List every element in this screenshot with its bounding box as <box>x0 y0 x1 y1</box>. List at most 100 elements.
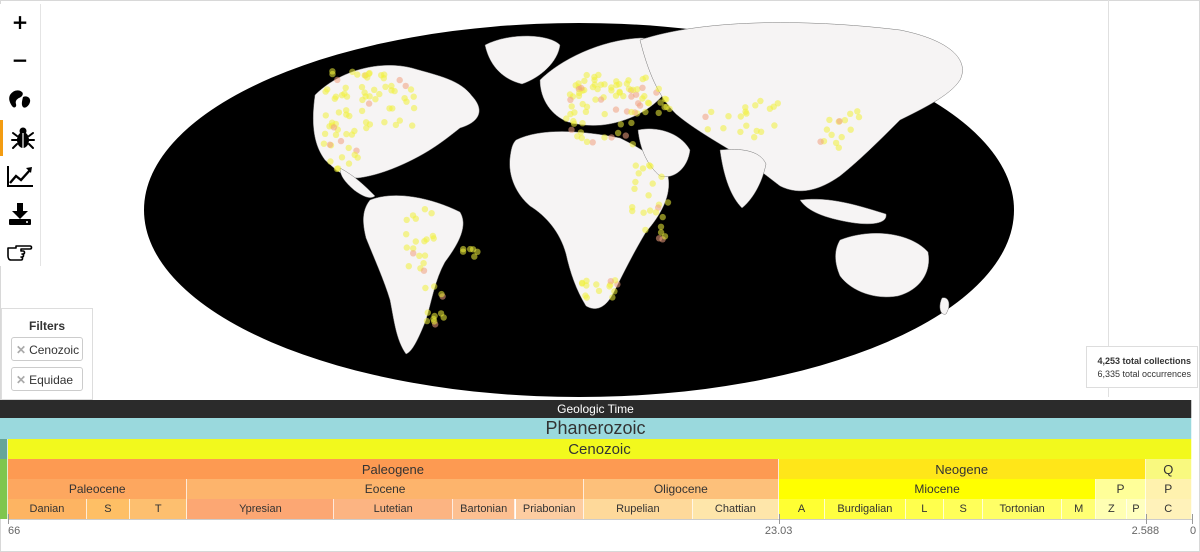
occurrence-point[interactable] <box>345 144 352 152</box>
age-a[interactable]: A <box>778 499 826 519</box>
occurrence-point[interactable] <box>636 102 644 109</box>
epoch-eocene[interactable]: Eocene <box>187 479 584 499</box>
occurrence-point[interactable] <box>663 103 670 111</box>
occurrence-point[interactable] <box>338 154 346 161</box>
occurrence-point[interactable] <box>438 290 445 298</box>
occurrence-point[interactable] <box>371 86 378 94</box>
occurrence-point[interactable] <box>437 310 445 317</box>
occurrence-point[interactable] <box>595 71 602 79</box>
occurrence-point[interactable] <box>635 170 642 177</box>
occurrence-point[interactable] <box>363 124 370 132</box>
occurrence-point[interactable] <box>841 117 849 124</box>
occurrence-point[interactable] <box>737 128 744 136</box>
occurrence-point[interactable] <box>608 134 615 141</box>
diversity-button[interactable] <box>0 158 40 194</box>
age-t[interactable]: T <box>129 499 188 519</box>
occurrence-point[interactable] <box>854 108 861 115</box>
occurrence-point[interactable] <box>589 139 596 146</box>
occurrence-point[interactable] <box>614 129 622 137</box>
occurrence-point[interactable] <box>616 89 623 96</box>
age-lutetian[interactable]: Lutetian <box>334 499 453 519</box>
paleogeography-button[interactable] <box>0 82 40 118</box>
occurrence-point[interactable] <box>751 134 758 141</box>
occurrence-point[interactable] <box>330 124 338 131</box>
epoch-miocene[interactable]: Miocene <box>778 479 1097 499</box>
occurrence-point[interactable] <box>649 180 656 187</box>
occurrence-point[interactable] <box>639 84 646 92</box>
occurrence-point[interactable] <box>642 108 649 116</box>
occurrence-point[interactable] <box>657 99 664 106</box>
world-map[interactable] <box>40 0 1108 397</box>
occurrence-point[interactable] <box>640 209 647 216</box>
occurrence-point[interactable] <box>835 144 842 151</box>
occurrence-point[interactable] <box>388 87 395 94</box>
occurrence-point[interactable] <box>855 113 863 121</box>
occurrence-point[interactable] <box>358 83 366 91</box>
occurrence-point[interactable] <box>743 122 750 129</box>
occurrence-point[interactable] <box>563 115 570 122</box>
occurrence-point[interactable] <box>592 96 599 103</box>
occurrence-point[interactable] <box>720 125 727 132</box>
occurrence-point[interactable] <box>601 110 608 118</box>
occurrence-point[interactable] <box>571 109 578 116</box>
period-q[interactable]: Q <box>1145 459 1192 479</box>
occurrence-point[interactable] <box>646 162 653 169</box>
age-chattian[interactable]: Chattian <box>692 499 779 519</box>
occurrence-point[interactable] <box>343 130 350 138</box>
occurrence-point[interactable] <box>428 210 435 217</box>
occurrence-point[interactable] <box>326 141 334 148</box>
geologic-timescale[interactable]: Geologic Time Phanerozoic Cenozoic Paleo… <box>0 400 1200 552</box>
occurrence-point[interactable] <box>625 85 633 93</box>
occurrence-point[interactable] <box>376 90 383 98</box>
occurrence-point[interactable] <box>567 96 574 104</box>
occurrence-point[interactable] <box>378 72 385 79</box>
occurrence-point[interactable] <box>628 119 635 127</box>
age-tortonian[interactable]: Tortonian <box>983 499 1062 519</box>
occurrence-point[interactable] <box>358 107 366 115</box>
occurrence-point[interactable] <box>403 231 410 238</box>
occurrence-point[interactable] <box>702 113 709 121</box>
occurrence-point[interactable] <box>664 199 672 206</box>
occurrence-point[interactable] <box>431 283 438 290</box>
occurrence-point[interactable] <box>342 84 349 92</box>
occurrence-point[interactable] <box>469 246 477 253</box>
occurrence-point[interactable] <box>321 130 329 137</box>
occurrence-point[interactable] <box>737 113 744 120</box>
occurrence-point[interactable] <box>629 207 636 215</box>
age-s[interactable]: S <box>944 499 984 519</box>
occurrence-point[interactable] <box>403 98 410 105</box>
age-burdigalian[interactable]: Burdigalian <box>825 499 906 519</box>
occurrence-point[interactable] <box>838 133 845 141</box>
occurrence-point[interactable] <box>629 141 636 148</box>
occurrence-point[interactable] <box>345 160 353 167</box>
filter-chip-equidae[interactable]: ✕ Equidae <box>11 367 83 391</box>
occurrence-point[interactable] <box>583 138 591 145</box>
occurrence-point[interactable] <box>421 252 429 259</box>
era-mesozoic-sliver[interactable] <box>0 439 8 459</box>
occurrence-point[interactable] <box>622 132 629 139</box>
occurrence-point[interactable] <box>332 131 340 138</box>
occurrence-point[interactable] <box>459 248 467 255</box>
occurrence-point[interactable] <box>423 317 431 325</box>
occurrence-point[interactable] <box>424 309 431 316</box>
occurrence-point[interactable] <box>335 109 343 116</box>
occurrence-point[interactable] <box>658 173 665 180</box>
age-m[interactable]: M <box>1062 499 1097 519</box>
occurrence-point[interactable] <box>341 90 348 97</box>
epoch-p[interactable]: P <box>1145 479 1192 499</box>
occurrence-point[interactable] <box>826 116 833 124</box>
period-neogene[interactable]: Neogene <box>778 459 1146 479</box>
occurrence-point[interactable] <box>641 92 648 100</box>
age-bartonian[interactable]: Bartonian <box>452 499 516 519</box>
occurrence-point[interactable] <box>583 71 590 79</box>
occurrence-point[interactable] <box>595 287 603 295</box>
occurrence-point[interactable] <box>410 104 418 112</box>
age-ypresian[interactable]: Ypresian <box>187 499 335 519</box>
occurrence-point[interactable] <box>331 95 338 102</box>
occurrence-point[interactable] <box>836 118 843 125</box>
occurrence-point[interactable] <box>628 108 635 116</box>
occurrence-point[interactable] <box>704 126 711 133</box>
occurrence-point[interactable] <box>612 106 620 113</box>
occurrence-point[interactable] <box>329 70 336 78</box>
occurrence-point[interactable] <box>639 165 647 172</box>
